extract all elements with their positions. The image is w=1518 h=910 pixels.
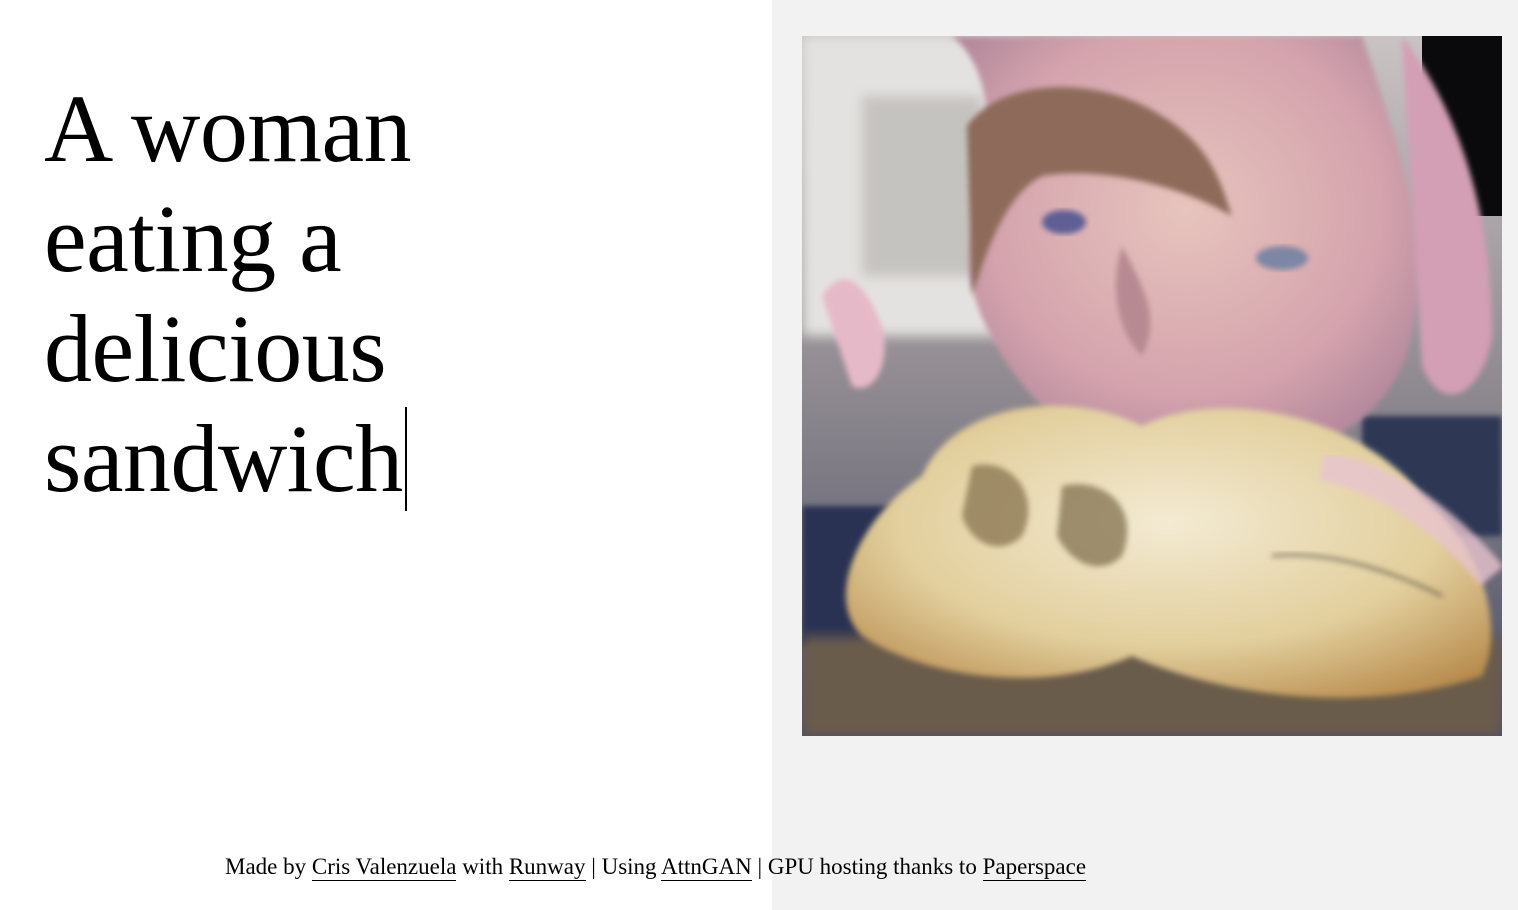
generated-image-graphic: [802, 36, 1502, 736]
author-link[interactable]: Cris Valenzuela: [311, 854, 457, 881]
runway-link[interactable]: Runway: [508, 854, 586, 881]
made-by-text: Made by: [225, 854, 312, 879]
prompt-input[interactable]: A woman eating a delicious sandwich: [44, 74, 644, 514]
hosting-text: | GPU hosting thanks to: [751, 854, 983, 879]
footer-credits: Made by Cris Valenzuela with Runway | Us…: [225, 852, 1087, 882]
generated-image: [802, 36, 1502, 736]
text-cursor: [404, 407, 407, 511]
prompt-text[interactable]: A woman eating a delicious sandwich: [44, 75, 435, 512]
paperspace-link[interactable]: Paperspace: [982, 854, 1087, 881]
using-text: | Using: [585, 854, 662, 879]
with-text: with: [456, 854, 509, 879]
attngan-link[interactable]: AttnGAN: [661, 854, 752, 881]
